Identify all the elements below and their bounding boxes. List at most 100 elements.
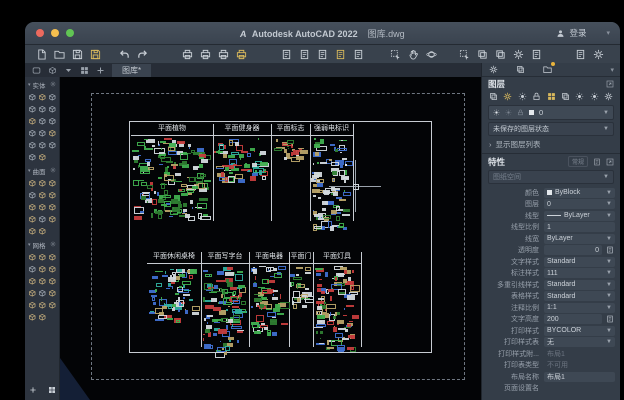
property-field[interactable]: BYCOLOR▼	[544, 326, 615, 336]
palette-tool-button[interactable]	[37, 251, 47, 263]
section-gear-icon[interactable]	[50, 241, 56, 249]
palette-tool-button[interactable]	[37, 177, 47, 189]
palette-tool-button[interactable]	[47, 299, 57, 311]
palette-tool-button[interactable]	[37, 299, 47, 311]
layer-lock-icon[interactable]	[531, 91, 542, 102]
measure-button[interactable]	[457, 47, 472, 61]
palette-tool-button[interactable]	[47, 251, 57, 263]
property-field[interactable]: 111▼	[544, 268, 615, 278]
palette-tool-button[interactable]	[27, 127, 37, 139]
palette-tool-button[interactable]	[27, 177, 37, 189]
layer-color-icon[interactable]	[546, 91, 557, 102]
layer-freeze-icon[interactable]	[517, 91, 528, 102]
field-extra-icon[interactable]	[604, 245, 615, 255]
save-button[interactable]	[70, 47, 85, 61]
settings-icon[interactable]	[488, 64, 499, 75]
properties-detach-icon[interactable]	[606, 158, 614, 166]
palette-tool-button[interactable]	[37, 103, 47, 115]
palette-tool-button[interactable]	[27, 103, 37, 115]
layer-settings-icon[interactable]	[603, 91, 614, 102]
palette-tool-button[interactable]	[27, 251, 37, 263]
palette-tool-button[interactable]	[27, 201, 37, 213]
show-layer-list[interactable]: › 显示图层列表	[482, 138, 620, 151]
palette-tool-button[interactable]	[47, 115, 57, 127]
palette-tool-button[interactable]	[47, 287, 57, 299]
section-gear-icon[interactable]	[50, 81, 56, 89]
property-field[interactable]: ByLayer▼	[544, 234, 615, 244]
selection-dropdown[interactable]: 图纸空间 ▼	[488, 170, 614, 184]
section-caret-icon[interactable]: ▾	[28, 82, 31, 88]
property-field[interactable]: Standard▼	[544, 280, 615, 290]
quick-properties-icon[interactable]	[593, 158, 601, 166]
palette-tool-button[interactable]	[47, 103, 57, 115]
sheet-set-button[interactable]	[529, 47, 544, 61]
palette-tool-button[interactable]	[27, 263, 37, 275]
property-field[interactable]: Standard▼	[544, 291, 615, 301]
drawing-canvas[interactable]: 平面植物平面健身器平面标志强弱电标识平面休闲桌椅平面写字台平面电器平面门平面灯具	[60, 77, 482, 400]
panel-detach-icon[interactable]	[606, 80, 614, 88]
palette-tool-button[interactable]	[37, 139, 47, 151]
undo-button[interactable]	[117, 47, 132, 61]
panel-chevron-icon[interactable]: ▾	[610, 66, 614, 74]
layer-selector[interactable]: 0 ▼	[488, 105, 614, 120]
palette-tool-button[interactable]	[37, 275, 47, 287]
palette-tool-button[interactable]	[37, 213, 47, 225]
palette-tool-button[interactable]	[37, 91, 47, 103]
plot-preview-button[interactable]	[198, 47, 213, 61]
add-palette-icon[interactable]	[28, 385, 38, 395]
palette-tool-button[interactable]	[37, 189, 47, 201]
palette-tool-button[interactable]	[27, 299, 37, 311]
layer-off-icon[interactable]	[589, 91, 600, 102]
save-as-button[interactable]	[88, 47, 103, 61]
property-field[interactable]: 200	[544, 314, 602, 324]
minimize-button[interactable]	[51, 29, 59, 37]
property-field[interactable]: 0	[544, 245, 602, 255]
palette-tool-button[interactable]	[37, 225, 47, 237]
property-field[interactable]: 1:1▼	[544, 303, 615, 313]
layer-match-icon[interactable]	[560, 91, 571, 102]
layer-isolate-icon[interactable]	[574, 91, 585, 102]
property-field[interactable]: 1	[544, 222, 615, 232]
new-layer-icon[interactable]	[488, 91, 499, 102]
free-orbit-button[interactable]	[424, 47, 439, 61]
palette-tool-button[interactable]	[47, 263, 57, 275]
views-caret-icon[interactable]	[62, 65, 74, 76]
section-gear-icon[interactable]	[50, 167, 56, 175]
palette-tool-button[interactable]	[27, 115, 37, 127]
property-field[interactable]: ByLayer▼	[544, 211, 615, 221]
purge-button[interactable]	[573, 47, 588, 61]
open-folder-button[interactable]	[52, 47, 67, 61]
palette-tool-button[interactable]	[47, 91, 57, 103]
ucs-icon[interactable]	[46, 65, 58, 76]
palette-tool-button[interactable]	[47, 213, 57, 225]
palette-tool-button[interactable]	[47, 177, 57, 189]
tool-palettes-button[interactable]	[493, 47, 508, 61]
new-file-button[interactable]	[34, 47, 49, 61]
layout-grid-icon[interactable]	[78, 65, 90, 76]
palettes-icon[interactable]	[515, 64, 526, 75]
property-field[interactable]: 布局1	[544, 372, 615, 382]
property-field[interactable]: 0▼	[544, 199, 615, 209]
palette-tool-button[interactable]	[37, 311, 47, 323]
close-button[interactable]	[36, 29, 44, 37]
drawing-tab[interactable]: 图库*	[112, 64, 151, 77]
palette-tool-button[interactable]	[37, 115, 47, 127]
zoom-window-button[interactable]	[388, 47, 403, 61]
viewport-icon[interactable]	[30, 65, 42, 76]
palette-tool-button[interactable]	[27, 275, 37, 287]
palette-tool-button[interactable]	[37, 151, 47, 163]
attach-doc-button[interactable]	[333, 47, 348, 61]
palette-tool-button[interactable]	[37, 263, 47, 275]
palette-tool-button[interactable]	[47, 275, 57, 287]
import-doc-button[interactable]	[315, 47, 330, 61]
palette-tool-button[interactable]	[47, 201, 57, 213]
palette-tool-button[interactable]	[37, 287, 47, 299]
palette-tool-button[interactable]	[37, 201, 47, 213]
section-caret-icon[interactable]: ▾	[28, 168, 31, 174]
point-style-button[interactable]	[511, 47, 526, 61]
palette-tool-button[interactable]	[47, 127, 57, 139]
palette-tool-button[interactable]	[27, 189, 37, 201]
login-button[interactable]: 登录 ▾	[550, 22, 616, 44]
folder-icon[interactable]	[542, 64, 553, 75]
copy-properties-button[interactable]	[475, 47, 490, 61]
